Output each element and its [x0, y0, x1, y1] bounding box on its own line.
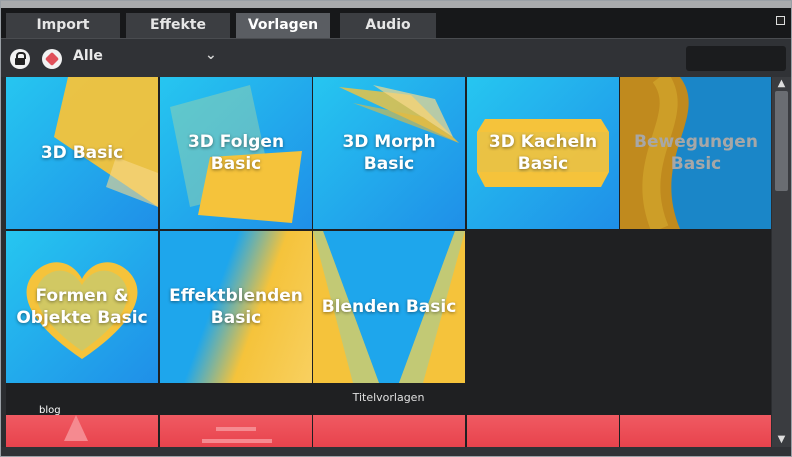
- template-tile-blenden-basic[interactable]: Blenden Basic: [313, 231, 465, 383]
- template-tile-3d-morph-basic[interactable]: 3D Morph Basic: [313, 77, 465, 229]
- scroll-down-icon[interactable]: ▼: [772, 433, 791, 447]
- title-template-tile[interactable]: [620, 415, 771, 447]
- scroll-thumb[interactable]: [775, 91, 788, 191]
- tile-label: Blenden Basic: [321, 297, 457, 317]
- lock-icon[interactable]: [10, 49, 30, 69]
- tile-label: Formen & Objekte Basic: [16, 286, 148, 328]
- tile-label: Bewegungen Basic: [634, 132, 758, 174]
- tag-icon[interactable]: [42, 49, 62, 69]
- section-title: Titelvorlagen: [352, 391, 425, 404]
- tile-label: 3D Morph Basic: [342, 132, 436, 174]
- bottom-bar: [1, 447, 791, 456]
- dock-button[interactable]: [776, 16, 785, 25]
- title-template-tile[interactable]: [160, 415, 312, 447]
- tile-art: [64, 415, 88, 441]
- template-grid: 3D Basic 3D Folgen Basic 3D Morph Basic: [6, 77, 771, 447]
- tile-label: 3D Basic: [40, 143, 124, 163]
- title-template-tile[interactable]: [6, 415, 158, 447]
- tile-label: 3D Folgen Basic: [187, 132, 285, 174]
- template-tile-effektblenden-basic[interactable]: Effektblenden Basic: [160, 231, 312, 383]
- chevron-down-icon[interactable]: ⌄: [205, 47, 217, 63]
- vertical-scrollbar[interactable]: ▲ ▼: [772, 77, 791, 447]
- template-tile-3d-kacheln-basic[interactable]: 3D Kacheln Basic: [467, 77, 619, 229]
- template-tile-formen-objekte-basic[interactable]: Formen & Objekte Basic: [6, 231, 158, 383]
- tab-import[interactable]: Import: [6, 13, 120, 38]
- template-tile-3d-folgen-basic[interactable]: 3D Folgen Basic: [160, 77, 312, 229]
- tile-art: [202, 427, 272, 443]
- tab-audio[interactable]: Audio: [340, 13, 436, 38]
- title-template-tile[interactable]: [467, 415, 619, 447]
- template-tile-bewegungen-basic[interactable]: Bewegungen Basic: [620, 77, 771, 229]
- title-template-tile[interactable]: [313, 415, 465, 447]
- template-tile-3d-basic[interactable]: 3D Basic: [6, 77, 158, 229]
- window-top-strip: [1, 1, 791, 8]
- media-pool-panel: Import Effekte Vorlagen Audio Alle ⌄ 3D …: [0, 0, 792, 457]
- tile-label: 3D Kacheln Basic: [488, 132, 598, 174]
- scroll-up-icon[interactable]: ▲: [772, 77, 791, 91]
- category-filter-select[interactable]: Alle: [73, 48, 103, 64]
- tab-vorlagen[interactable]: Vorlagen: [236, 13, 330, 38]
- tile-label: Effektblenden Basic: [169, 286, 303, 328]
- filter-toolbar: Alle ⌄: [1, 38, 791, 77]
- tab-bar: Import Effekte Vorlagen Audio: [1, 8, 791, 38]
- search-input[interactable]: [686, 46, 786, 71]
- tab-effekte[interactable]: Effekte: [126, 13, 230, 38]
